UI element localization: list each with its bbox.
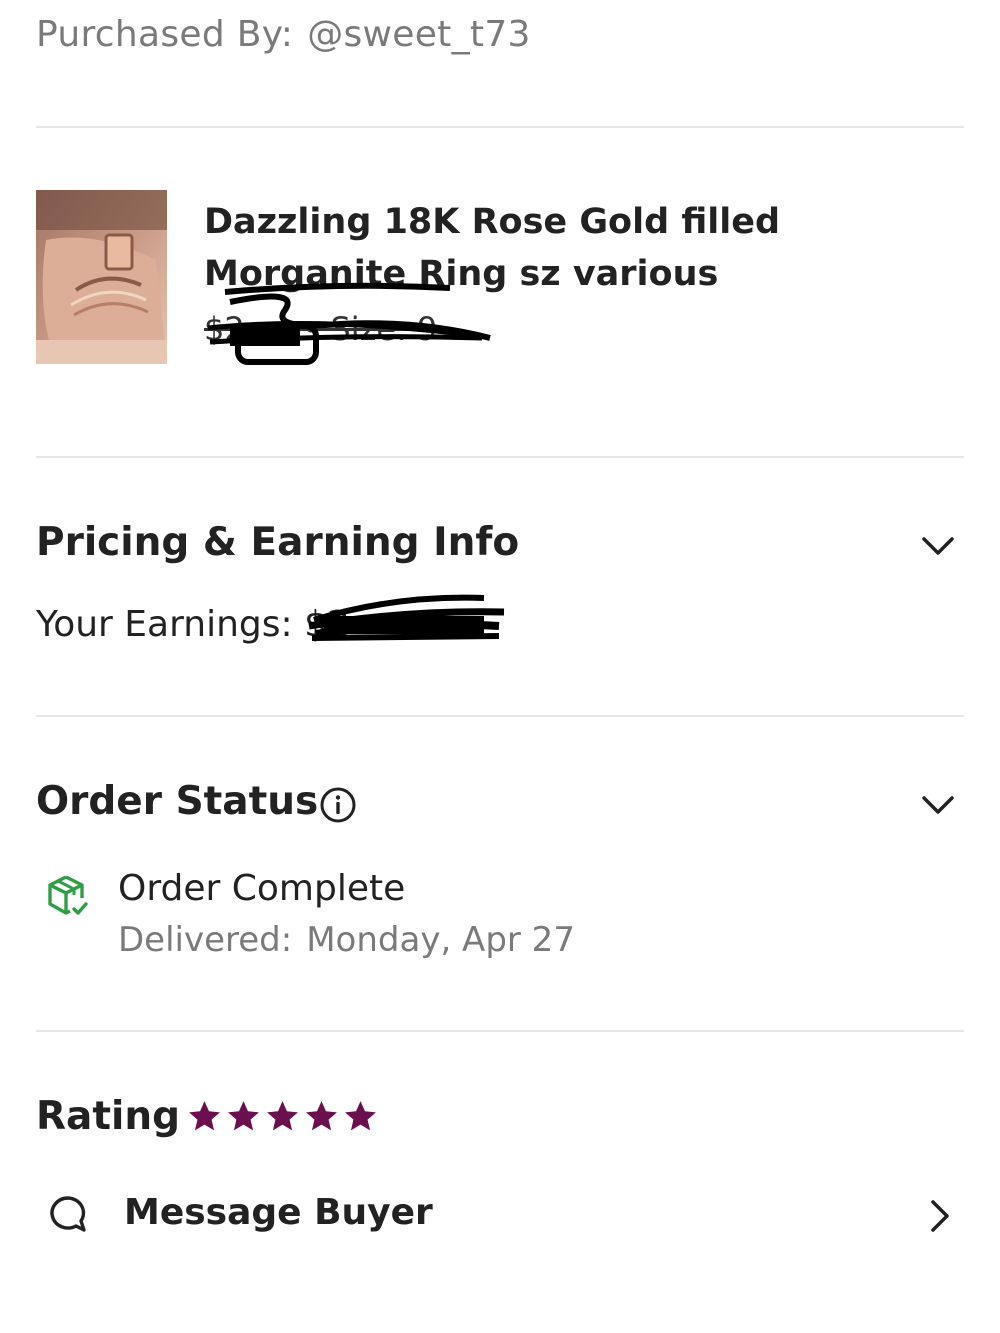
rating-stars	[186, 1098, 379, 1138]
divider	[36, 715, 964, 717]
product-title[interactable]: Dazzling 18K Rose Gold filled Morganite …	[204, 196, 964, 300]
chat-bubble-icon	[50, 1196, 86, 1232]
divider	[36, 1030, 964, 1032]
product-price-size: $2•••• Size: 9	[204, 310, 438, 348]
order-status-title[interactable]: Order Status	[36, 779, 318, 824]
star-icon	[345, 1101, 376, 1131]
divider	[36, 126, 964, 128]
message-buyer-button[interactable]: Message Buyer	[124, 1192, 433, 1233]
delivered-info: Delivered: Monday, Apr 27	[118, 920, 575, 960]
info-circle-icon[interactable]	[318, 785, 358, 825]
purchased-by: Purchased By: @sweet_t73	[36, 14, 531, 55]
buyer-username[interactable]: @sweet_t73	[307, 14, 531, 55]
delivered-date: Monday, Apr 27	[306, 920, 575, 960]
purchased-by-label: Purchased By:	[36, 14, 294, 55]
pricing-section-title[interactable]: Pricing & Earning Info	[36, 520, 519, 565]
rating-label: Rating	[36, 1094, 181, 1139]
star-icon	[189, 1101, 220, 1131]
delivered-label: Delivered:	[118, 920, 293, 960]
package-check-icon	[48, 875, 88, 915]
star-icon	[228, 1101, 259, 1131]
star-icon	[267, 1101, 298, 1131]
chevron-down-icon[interactable]	[918, 526, 958, 566]
chevron-right-icon[interactable]	[922, 1196, 958, 1236]
product-image[interactable]	[36, 190, 167, 364]
message-buyer-row[interactable]: Message Buyer	[36, 1180, 964, 1256]
earnings-label: Your Earnings:	[36, 604, 293, 645]
earnings-value: $2•••	[304, 604, 414, 645]
your-earnings: Your Earnings: $2•••	[36, 604, 414, 645]
order-status-text: Order Complete	[118, 868, 406, 909]
star-icon	[306, 1101, 337, 1131]
chevron-down-icon[interactable]	[918, 785, 958, 825]
divider	[36, 456, 964, 458]
